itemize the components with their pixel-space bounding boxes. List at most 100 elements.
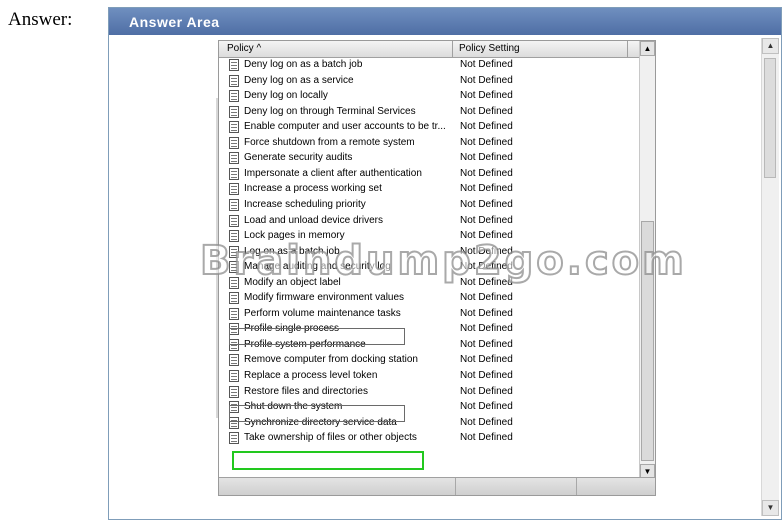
policy-setting: Not Defined [460,354,513,366]
policy-row[interactable]: Force shutdown from a remote system Not D… [219,136,639,151]
policy-setting: Not Defined [460,323,513,335]
policy-icon [229,354,239,367]
policy-row[interactable]: Modify firmware environment values Not De… [219,291,639,306]
divider [576,478,577,495]
policy-icon [229,74,239,87]
policy-icon [229,152,239,165]
policy-name: Deny log on as a batch job [244,59,363,70]
policy-name: Modify firmware environment values [244,292,405,304]
policy-row[interactable]: Synchronize directory service data Not De… [219,416,639,431]
policy-name: Restore files and directories [244,385,368,397]
scroll-up-arrow-icon[interactable]: ▲ [762,38,779,54]
policy-row[interactable]: Deny log on through Terminal Services Not… [219,105,639,120]
policy-row[interactable]: Take ownership of files or other objects… [219,431,639,446]
policy-setting: Not Defined [460,432,513,444]
policy-setting: Not Defined [460,90,513,102]
policy-row[interactable]: Remove computer from docking station Not … [219,353,639,368]
scroll-up-arrow-icon[interactable]: ▲ [640,41,655,56]
policy-icon [229,292,239,305]
policy-icon [229,105,239,118]
policy-name: Enable computer and user accounts to be … [244,121,446,133]
policy-icon [229,385,239,398]
policy-row[interactable]: Generate security audits Not Defined [219,151,639,166]
policy-name: Force shutdown from a remote system [244,136,415,148]
policy-name: Deny log on through Terminal Services [244,105,416,117]
policy-row[interactable]: Replace a process level token Not Defined [219,369,639,384]
outer-scrollbar[interactable]: ▲ ▼ [761,38,779,516]
policy-setting: Not Defined [460,59,513,70]
policy-name: Impersonate a client after authenticatio… [244,167,422,179]
policy-name: Generate security audits [244,152,353,164]
policy-name: Take ownership of files or other objects [244,432,417,444]
policy-icon [229,323,239,336]
policy-icon [229,416,239,429]
policy-row[interactable]: Impersonate a client after authenticatio… [219,167,639,182]
divider [455,478,456,495]
policy-row[interactable]: Deny log on as a batch job Not Defined [219,58,639,73]
policy-icon [229,214,239,227]
policy-setting: Not Defined [460,416,513,428]
policy-setting: Not Defined [460,74,513,86]
policy-name: Deny log on as a service [244,74,354,86]
policy-setting: Not Defined [460,136,513,148]
answer-area-title: Answer Area [129,14,220,30]
policy-icon [229,432,239,445]
policy-setting: Not Defined [460,214,513,226]
policy-name: Synchronize directory service data [244,416,397,428]
policy-setting: Not Defined [460,370,513,381]
column-separator[interactable] [627,41,628,57]
scrollbar-thumb[interactable] [764,58,776,178]
policy-name: Remove computer from docking station [244,354,418,366]
scroll-down-arrow-icon[interactable]: ▼ [762,500,779,516]
policy-icon [229,183,239,196]
policy-icon [229,401,239,414]
policy-icon [229,198,239,211]
policy-name: Profile system performance [244,338,366,350]
policy-setting: Not Defined [460,105,513,117]
policy-setting: Not Defined [460,183,513,195]
column-header: Policy ^ Policy Setting [219,41,655,58]
policy-row[interactable]: Enable computer and user accounts to be … [219,120,639,135]
answer-label: Answer: [8,9,73,30]
policy-name: Deny log on locally [244,90,328,102]
policy-row[interactable]: Increase a process working set Not Define… [219,182,639,197]
policy-row[interactable]: Profile single process Not Defined [219,322,639,337]
policy-setting: Not Defined [460,292,513,304]
policy-name: Increase a process working set [244,183,382,195]
policy-row[interactable]: Shut down the system Not Defined [219,400,639,415]
list-footer [219,477,655,495]
highlight-box [232,451,424,470]
policy-setting: Not Defined [460,385,513,397]
policy-row[interactable]: Increase scheduling priority Not Defined [219,198,639,213]
policy-name: Increase scheduling priority [244,198,366,210]
policy-icon [229,59,239,71]
policy-name: Load and unload device drivers [244,214,383,226]
policy-setting: Not Defined [460,338,513,350]
policy-setting: Not Defined [460,198,513,210]
policy-setting: Not Defined [460,121,513,133]
policy-icon [229,121,239,134]
column-separator[interactable] [452,41,453,57]
policy-row[interactable]: Deny log on as a service Not Defined [219,74,639,89]
column-header-policy[interactable]: Policy ^ [227,43,261,54]
policy-setting: Not Defined [460,152,513,164]
policy-setting: Not Defined [460,167,513,179]
policy-setting: Not Defined [460,401,513,413]
answer-area-header: Answer Area [109,8,781,35]
policy-name: Shut down the system [244,401,343,413]
policy-row[interactable]: Deny log on locally Not Defined [219,89,639,104]
policy-icon [229,338,239,351]
policy-row[interactable]: Restore files and directories Not Defined [219,385,639,400]
policy-icon [229,307,239,320]
policy-name: Replace a process level token [244,370,378,381]
column-header-policy-setting[interactable]: Policy Setting [459,43,520,54]
policy-row[interactable]: Load and unload device drivers Not Define… [219,214,639,229]
policy-icon [229,136,239,149]
policy-row[interactable]: Perform volume maintenance tasks Not Defi… [219,307,639,322]
policy-row[interactable]: Profile system performance Not Defined [219,338,639,353]
policy-icon [229,167,239,180]
watermark: Braindump2go.com [199,237,687,285]
policy-icon [229,370,239,382]
policy-icon [229,90,239,103]
policy-name: Profile single process [244,323,340,335]
